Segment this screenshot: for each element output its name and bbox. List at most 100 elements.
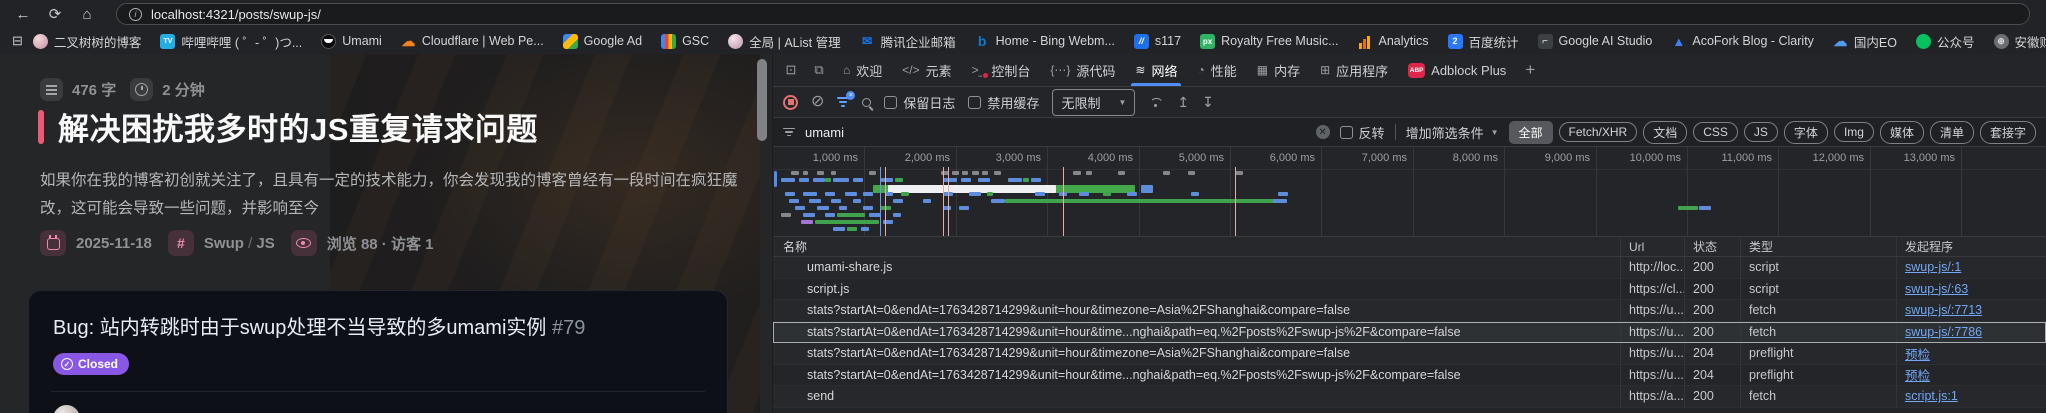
tab-elements[interactable]: </>元素 (892, 54, 961, 86)
filter-pill[interactable]: 套接字 (1980, 121, 2036, 144)
clear-icon[interactable]: ⊘ (811, 94, 824, 110)
bookmark-item[interactable]: ⌐Google AI Studio (1538, 34, 1653, 49)
tag-swup[interactable]: Swup (204, 235, 244, 252)
table-row[interactable]: script.js https://cl... 200 script swup-… (773, 279, 2046, 301)
bookmark-item[interactable]: 二叉树树的博客 (33, 32, 142, 51)
bookmark-item[interactable]: 公众号 (1916, 32, 1975, 51)
waterfall-bar (952, 171, 959, 175)
scrollbar-thumb[interactable] (757, 59, 767, 141)
site-info-icon[interactable]: i (129, 8, 142, 21)
back-icon[interactable]: ← (10, 3, 36, 25)
filter-pill[interactable]: Fetch/XHR (1559, 122, 1638, 142)
network-conditions-icon[interactable] (1148, 97, 1164, 108)
filter-pill[interactable]: 媒体 (1880, 121, 1924, 144)
throttling-select[interactable]: 无限制▼ (1052, 89, 1135, 116)
column-header-initiator[interactable]: 发起程序 (1896, 237, 2046, 256)
bookmark-item[interactable]: Analytics (1357, 34, 1428, 49)
table-row[interactable]: umami-share.js http://loc... 200 script … (773, 257, 2046, 279)
initiator-link[interactable]: script.js:1 (1905, 389, 1958, 403)
tab-network[interactable]: ≋网络 (1125, 54, 1187, 86)
bookmark-item[interactable]: ▲AcoFork Blog - Clarity (1671, 34, 1814, 49)
bookmark-item[interactable]: ⊕安徽财贸职业学院 (1994, 32, 2046, 51)
timeline-tick-label: 2,000 ms (864, 152, 950, 164)
column-header-url[interactable]: Url (1620, 237, 1684, 256)
device-toolbar-icon[interactable]: ⧉ (805, 54, 833, 86)
reload-icon[interactable]: ⟳ (42, 3, 68, 25)
address-bar[interactable]: i localhost:4321/posts/swup-js/ (116, 3, 2030, 25)
tab-application[interactable]: ⊞应用程序 (1310, 54, 1398, 86)
tab-adblock-plus[interactable]: ABPAdblock Plus (1398, 54, 1516, 86)
waterfall-bar (1079, 192, 1089, 196)
filter-toggle-icon[interactable] (837, 97, 849, 107)
overview-handle[interactable] (774, 171, 777, 187)
filter-pill[interactable]: 字体 (1784, 121, 1828, 144)
tag-js[interactable]: JS (256, 235, 274, 252)
divider (51, 391, 705, 392)
bookmark-item[interactable]: 全局 | AList 管理 (728, 32, 840, 51)
inspect-element-icon[interactable]: ⊡ (777, 54, 805, 86)
calendar-icon (40, 230, 66, 256)
initiator-link[interactable]: 预检 (1905, 344, 1930, 363)
checkbox[interactable] (1340, 126, 1353, 139)
more-tabs-icon[interactable]: + (1516, 54, 1544, 86)
issue-title[interactable]: Bug: 站内转跳时由于swup处理不当导致的多umami实例 #79 (53, 311, 703, 340)
waterfall-bar (1103, 192, 1111, 196)
filter-pill[interactable]: CSS (1693, 122, 1738, 142)
preserve-log-checkbox[interactable]: 保留日志 (884, 93, 955, 112)
more-filters-dropdown[interactable]: 增加筛选条件▼ (1406, 123, 1499, 142)
bookmark-item[interactable]: Umami (321, 34, 382, 49)
filter-input[interactable]: umami (805, 125, 1306, 140)
bookmark-item[interactable]: TV哔哩哔哩 ( ゜- ゜)つ... (160, 32, 302, 51)
table-row-selected[interactable]: stats?startAt=0&endAt=1763428714299&unit… (773, 322, 2046, 344)
clear-filter-icon[interactable]: ✕ (1316, 125, 1330, 139)
network-overview[interactable]: 1,000 ms2,000 ms3,000 ms4,000 ms5,000 ms… (773, 147, 2046, 237)
column-header-type[interactable]: 类型 (1740, 237, 1896, 256)
column-header-status[interactable]: 状态 (1684, 237, 1740, 256)
globe-icon: ⊕ (1994, 34, 2009, 49)
initiator-link[interactable]: swup-js/:63 (1905, 282, 1968, 296)
checkbox[interactable] (884, 96, 897, 109)
invert-checkbox[interactable]: 反转 (1340, 123, 1385, 142)
waterfall-bar (863, 192, 873, 196)
table-row[interactable]: send https://a... 200 fetch script.js:1 (773, 386, 2046, 408)
checkbox[interactable] (968, 96, 981, 109)
sidebar-panel-icon[interactable]: ⊟ (12, 33, 23, 49)
home-icon[interactable]: ⌂ (74, 3, 100, 25)
initiator-link[interactable]: 预检 (1905, 365, 1930, 384)
bookmark-item[interactable]: ✉腾讯企业邮箱 (860, 32, 956, 51)
bookmark-item[interactable]: //s117 (1134, 34, 1181, 49)
tab-welcome[interactable]: ⌂欢迎 (833, 54, 892, 86)
tab-console[interactable]: >_控制台 (962, 54, 1041, 86)
waterfall-bar (785, 192, 795, 196)
disable-cache-checkbox[interactable]: 禁用缓存 (968, 93, 1039, 112)
bookmark-item[interactable]: ☁Cloudflare | Web Pe... (401, 34, 544, 49)
bookmark-item[interactable]: Google Ad (563, 34, 642, 49)
bookmark-item[interactable]: bHome - Bing Webm... (975, 34, 1115, 49)
filter-pill[interactable]: Img (1834, 122, 1874, 142)
table-row[interactable]: stats?startAt=0&endAt=1763428714299&unit… (773, 343, 2046, 365)
record-button[interactable] (783, 95, 798, 110)
bookmark-item[interactable]: ☁国内EO (1833, 32, 1897, 51)
bookmark-item[interactable]: 2百度统计 (1448, 32, 1519, 51)
bookmark-item[interactable]: GSC (661, 34, 709, 49)
application-icon: ⊞ (1320, 63, 1330, 77)
initiator-link[interactable]: swup-js/:7713 (1905, 303, 1982, 317)
table-row[interactable]: stats?startAt=0&endAt=1763428714299&unit… (773, 300, 2046, 322)
import-har-icon[interactable]: ↥ (1177, 94, 1189, 111)
filter-pill[interactable]: 文档 (1643, 121, 1687, 144)
filter-pill[interactable]: 清单 (1930, 121, 1974, 144)
avatar[interactable] (53, 405, 80, 413)
initiator-link[interactable]: swup-js/:1 (1905, 260, 1961, 274)
filter-pill[interactable]: 全部 (1509, 121, 1553, 144)
bookmark-item[interactable]: pxRoyalty Free Music... (1200, 34, 1338, 49)
tab-performance[interactable]: ◔性能 (1187, 54, 1246, 86)
export-har-icon[interactable]: ↧ (1202, 94, 1214, 111)
filter-pill[interactable]: JS (1744, 122, 1778, 142)
tab-sources[interactable]: {⋯}源代码 (1040, 54, 1125, 86)
tab-memory[interactable]: ▦内存 (1247, 54, 1310, 86)
bilibili-icon: TV (160, 34, 175, 49)
initiator-link[interactable]: swup-js/:7786 (1905, 325, 1982, 339)
column-header-name[interactable]: 名称 (773, 238, 1620, 255)
search-icon[interactable] (862, 98, 871, 107)
table-row[interactable]: stats?startAt=0&endAt=1763428714299&unit… (773, 365, 2046, 387)
